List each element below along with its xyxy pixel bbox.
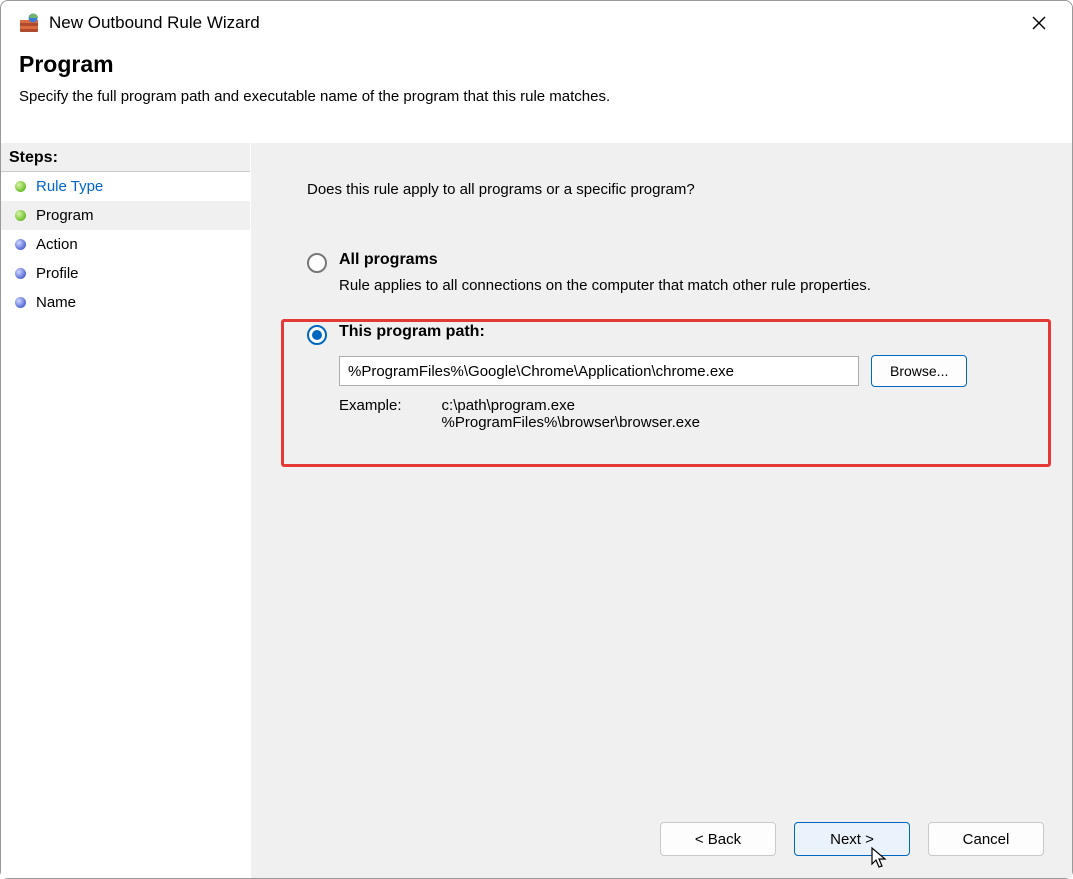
example-values: c:\path\program.exe %ProgramFiles%\brows…: [442, 397, 700, 431]
wizard-main-panel: Does this rule apply to all programs or …: [251, 143, 1072, 878]
firewall-app-icon: [19, 13, 39, 33]
cancel-button[interactable]: Cancel: [928, 822, 1044, 856]
steps-heading: Steps:: [1, 143, 250, 172]
close-icon: [1032, 16, 1046, 30]
option-all-desc: Rule applies to all connections on the c…: [339, 277, 1032, 294]
step-bullet-icon: [15, 268, 26, 279]
steps-sidebar: Steps: Rule Type Program Action Profile …: [1, 143, 251, 878]
step-bullet-icon: [15, 210, 26, 221]
step-label: Program: [36, 207, 94, 224]
step-action: Action: [1, 230, 250, 259]
step-label[interactable]: Rule Type: [36, 178, 103, 195]
radio-program-path[interactable]: [307, 325, 327, 345]
wizard-header: Program Specify the full program path an…: [1, 45, 1072, 121]
browse-button[interactable]: Browse...: [871, 355, 967, 387]
step-bullet-icon: [15, 297, 26, 308]
step-name: Name: [1, 288, 250, 317]
step-rule-type[interactable]: Rule Type: [1, 172, 250, 201]
window-title: New Outbound Rule Wizard: [49, 13, 1016, 33]
step-bullet-icon: [15, 181, 26, 192]
step-bullet-icon: [15, 239, 26, 250]
step-label: Action: [36, 236, 78, 253]
wizard-footer: < Back Next > Cancel: [660, 822, 1044, 856]
step-profile: Profile: [1, 259, 250, 288]
option-all-programs: All programs Rule applies to all connect…: [307, 251, 1032, 294]
next-button[interactable]: Next >: [794, 822, 910, 856]
step-label: Name: [36, 294, 76, 311]
title-bar: New Outbound Rule Wizard: [1, 1, 1072, 45]
back-button[interactable]: < Back: [660, 822, 776, 856]
radio-all-programs[interactable]: [307, 253, 327, 273]
option-program-path: This program path: Browse... Example: c:…: [307, 323, 1032, 431]
option-path-label: This program path:: [339, 323, 485, 341]
step-program: Program: [1, 201, 250, 230]
example-label: Example:: [339, 397, 402, 431]
steps-list: Rule Type Program Action Profile Name: [1, 172, 250, 317]
step-label: Profile: [36, 265, 79, 282]
question-text: Does this rule apply to all programs or …: [307, 181, 695, 198]
page-title: Program: [19, 51, 1054, 78]
option-all-label: All programs: [339, 251, 438, 269]
page-description: Specify the full program path and execut…: [19, 88, 1054, 105]
close-button[interactable]: [1016, 7, 1062, 39]
program-path-input[interactable]: [339, 356, 859, 386]
